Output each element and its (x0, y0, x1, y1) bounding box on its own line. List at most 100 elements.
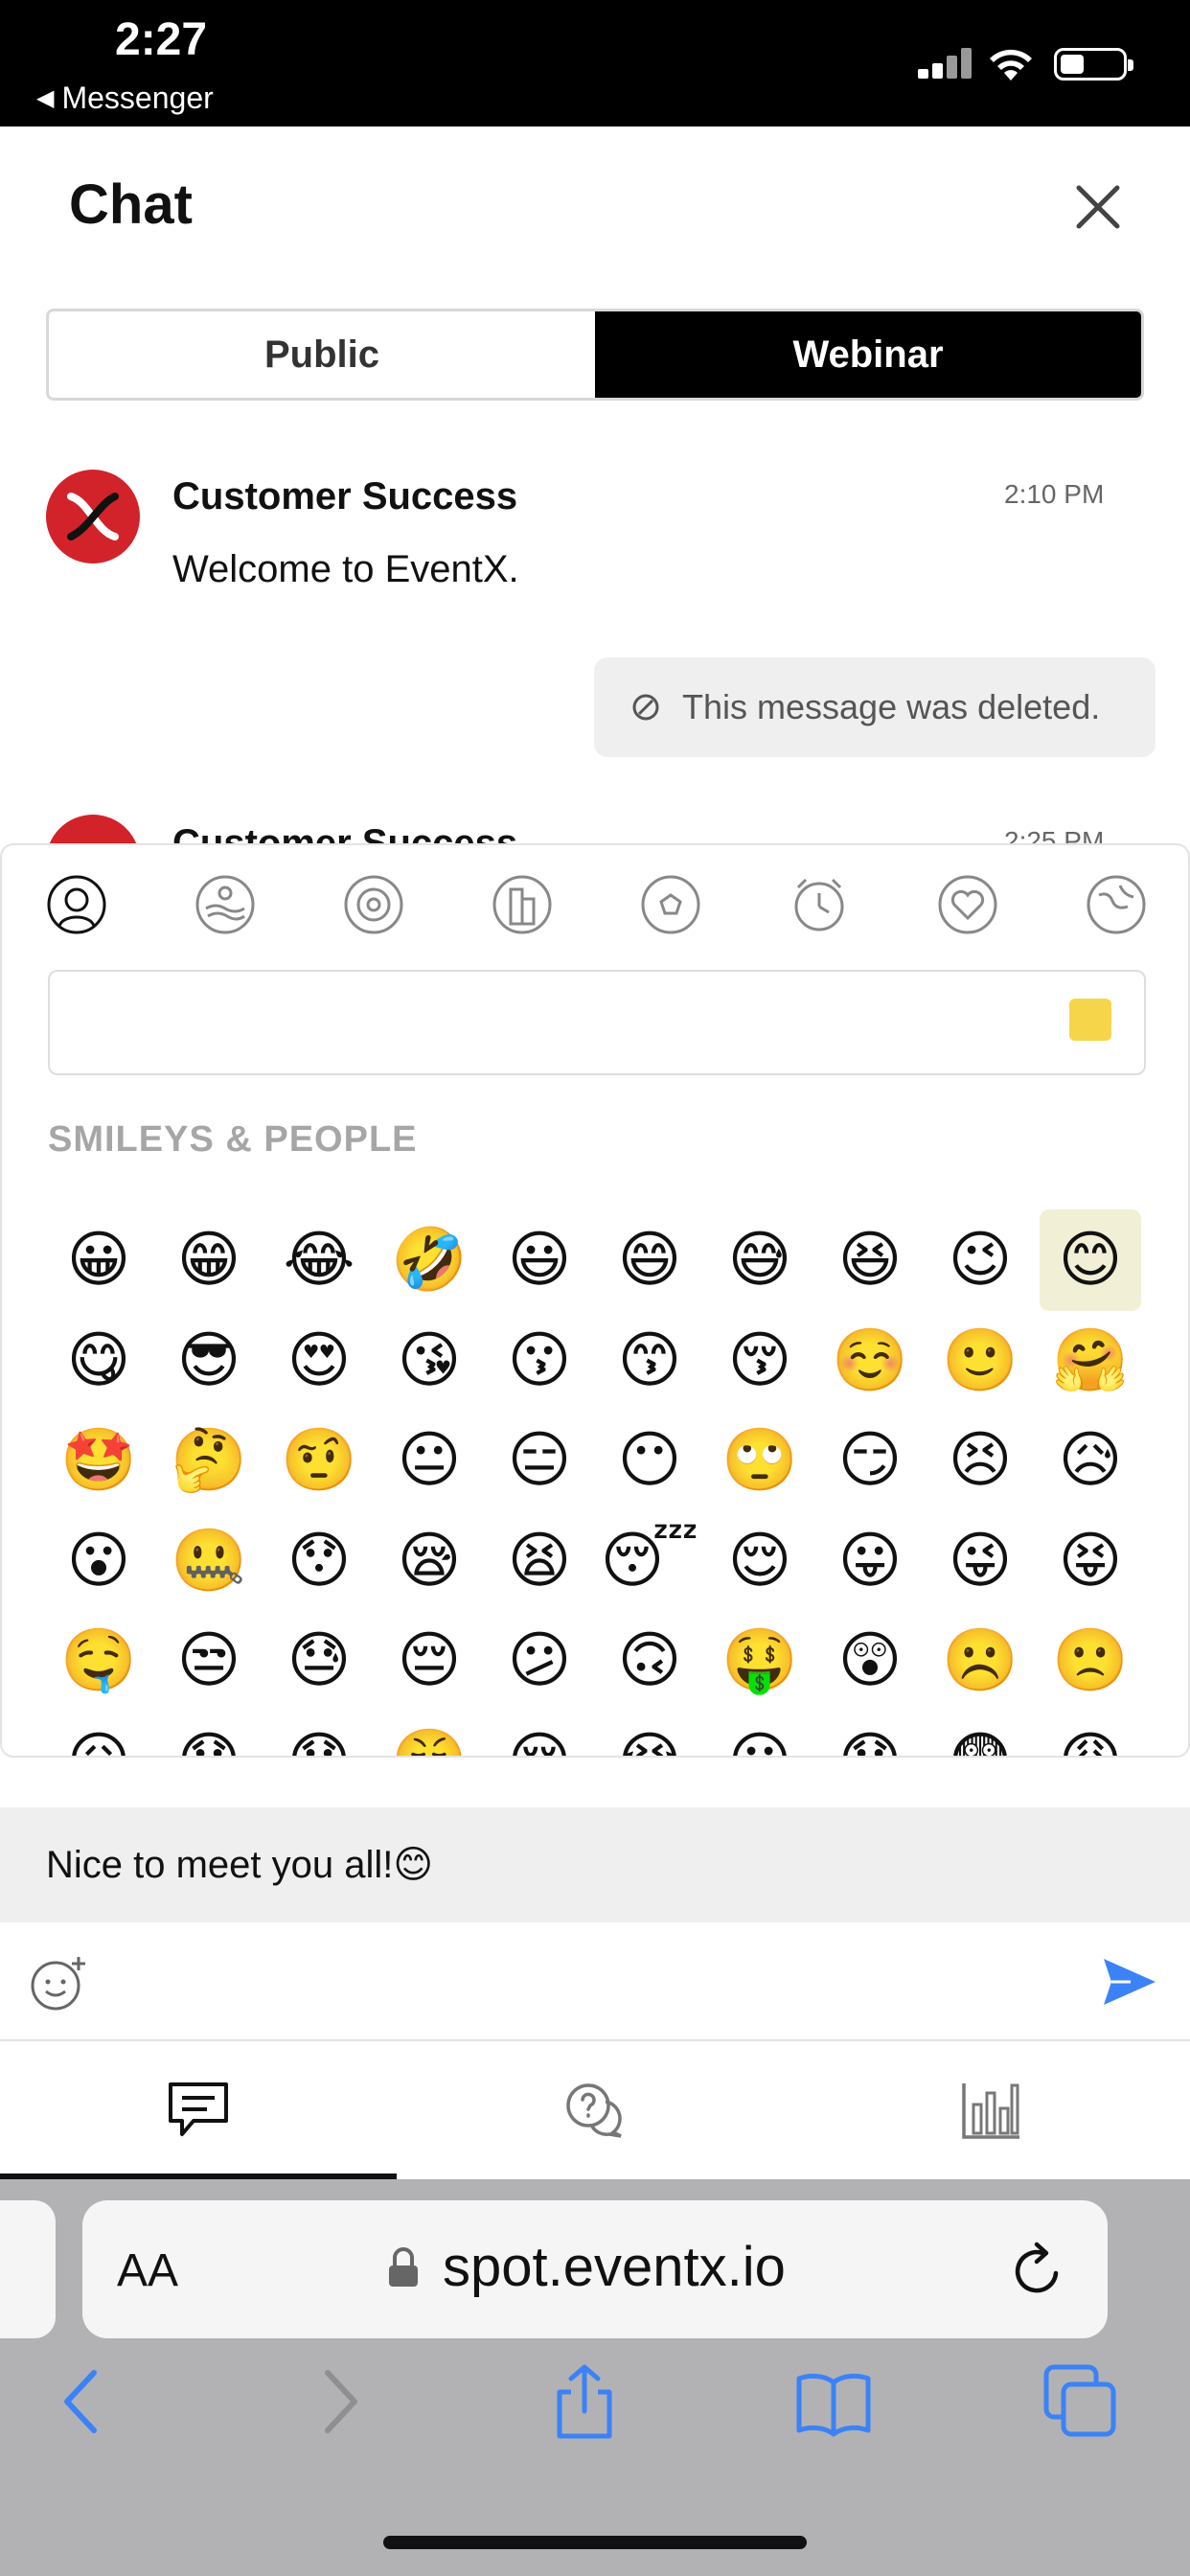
activity-icon[interactable] (640, 874, 701, 935)
emoji-button[interactable]: 😖 (48, 1711, 149, 1757)
emoji-button[interactable]: 😧 (819, 1711, 921, 1757)
symbols-icon[interactable] (937, 874, 998, 935)
tabs-icon[interactable] (1042, 2363, 1119, 2440)
emoji-button[interactable]: 😩 (1040, 1711, 1141, 1757)
status-time: 2:27 (115, 14, 208, 65)
bottom-tab-bar (0, 2041, 1190, 2179)
send-icon[interactable] (1102, 1955, 1157, 2009)
message-time: 2:10 PM (1004, 479, 1105, 509)
emoji-button[interactable]: 😥 (1040, 1410, 1141, 1511)
skin-tone-selector[interactable] (1069, 999, 1111, 1041)
back-to-app-link[interactable]: ◀ Messenger (36, 80, 214, 116)
emoji-picker-toggle-icon[interactable] (29, 1951, 90, 2012)
emoji-button[interactable]: 😊 (1040, 1209, 1141, 1311)
emoji-button[interactable]: 😉 (929, 1209, 1031, 1311)
places-icon[interactable] (492, 874, 553, 935)
emoji-button[interactable]: 😆 (819, 1209, 921, 1311)
share-icon[interactable] (546, 2363, 623, 2440)
emoji-button[interactable]: 🙄 (709, 1410, 811, 1511)
tab-polls[interactable] (793, 2041, 1190, 2179)
emoji-button[interactable]: 😫 (489, 1510, 590, 1612)
emoji-search-input[interactable] (48, 970, 1146, 1075)
emoji-button[interactable]: 😐 (378, 1410, 480, 1511)
emoji-button[interactable]: 😪 (378, 1510, 480, 1612)
emoji-button[interactable]: 😏 (819, 1410, 921, 1511)
emoji-button[interactable]: 🤨 (268, 1410, 370, 1511)
emoji-button[interactable]: 😴 (599, 1510, 700, 1612)
emoji-button[interactable]: 😤 (378, 1711, 480, 1757)
emoji-button[interactable]: 😟 (268, 1711, 370, 1757)
message-composer (0, 1922, 1190, 2041)
emoji-button[interactable]: 😔 (378, 1610, 480, 1712)
address-bar[interactable]: AA spot.eventx.io (82, 2200, 1108, 2338)
emoji-button[interactable]: 😭 (599, 1711, 700, 1757)
food-icon[interactable] (343, 874, 404, 935)
back-icon[interactable] (44, 2363, 121, 2440)
emoji-button[interactable]: 😜 (929, 1510, 1031, 1612)
emoji-category-bar (2, 874, 1188, 951)
emoji-button[interactable]: 😁 (158, 1209, 260, 1311)
qa-icon (566, 2083, 622, 2138)
emoji-button[interactable]: 😞 (158, 1711, 260, 1757)
emoji-button[interactable]: 😨 (929, 1711, 1031, 1757)
emoji-button[interactable]: 😚 (709, 1310, 811, 1412)
emoji-button[interactable]: 😒 (158, 1610, 260, 1712)
objects-icon[interactable] (789, 874, 850, 935)
emoji-button[interactable]: 🤗 (1040, 1310, 1141, 1412)
emoji-button[interactable]: 😀 (48, 1209, 149, 1311)
eventx-logo-icon (67, 493, 119, 540)
emoji-button[interactable]: 😝 (1040, 1510, 1141, 1612)
emoji-button[interactable]: 🤔 (158, 1410, 260, 1511)
emoji-button[interactable]: 😗 (489, 1310, 590, 1412)
emoji-button[interactable]: 😓 (268, 1610, 370, 1712)
emoji-button[interactable]: 😣 (929, 1410, 1031, 1511)
poll-icon (962, 2083, 1019, 2139)
message-input[interactable] (115, 1945, 1054, 2018)
nature-icon[interactable] (195, 874, 256, 935)
message-text: Welcome to EventX. (172, 548, 519, 590)
deleted-message: This message was deleted. (594, 657, 1156, 757)
bookmarks-icon[interactable] (795, 2363, 872, 2440)
emoji-button[interactable]: 😃 (489, 1209, 590, 1311)
emoji-button[interactable]: 🤑 (709, 1610, 811, 1712)
emoji-button[interactable]: 😕 (489, 1610, 590, 1712)
people-icon[interactable] (46, 874, 107, 935)
home-indicator (383, 2536, 807, 2549)
emoji-button[interactable]: 😌 (709, 1510, 811, 1612)
tab-chat[interactable] (0, 2041, 397, 2179)
emoji-button[interactable]: 😛 (819, 1510, 921, 1612)
emoji-button[interactable]: 🤐 (158, 1510, 260, 1612)
emoji-button[interactable]: 🤤 (48, 1610, 149, 1712)
emoji-button[interactable]: 😮 (48, 1510, 149, 1612)
emoji-button[interactable]: 🙁 (1040, 1610, 1141, 1712)
emoji-button[interactable]: 🙂 (929, 1310, 1031, 1412)
emoji-button[interactable]: 😲 (819, 1610, 921, 1712)
close-icon[interactable] (1069, 178, 1127, 236)
emoji-button[interactable]: 😢 (489, 1711, 590, 1757)
emoji-button[interactable]: 😎 (158, 1310, 260, 1412)
emoji-button[interactable]: ☹️ (929, 1610, 1031, 1712)
emoji-button[interactable]: 😍 (268, 1310, 370, 1412)
emoji-button[interactable]: 😄 (599, 1209, 700, 1311)
previous-tab[interactable] (0, 2200, 56, 2338)
emoji-button[interactable]: 🙃 (599, 1610, 700, 1712)
reader-settings-button[interactable]: AA (117, 2244, 178, 2297)
tab-public[interactable]: Public (49, 311, 595, 398)
emoji-button[interactable]: 😶 (599, 1410, 700, 1511)
emoji-button[interactable]: 😅 (709, 1209, 811, 1311)
emoji-button[interactable]: 😋 (48, 1310, 149, 1412)
emoji-button[interactable]: 🤣 (378, 1209, 480, 1311)
emoji-button[interactable]: 😦 (709, 1711, 811, 1757)
emoji-button[interactable]: 😑 (489, 1410, 590, 1511)
tab-qa[interactable] (397, 2041, 793, 2179)
emoji-button[interactable]: ☺️ (819, 1310, 921, 1412)
emoji-button[interactable]: 😙 (599, 1310, 700, 1412)
emoji-button[interactable]: 😯 (268, 1510, 370, 1612)
flags-icon[interactable] (1086, 874, 1147, 935)
emoji-button[interactable]: 🤩 (48, 1410, 149, 1511)
emoji-button[interactable]: 😘 (378, 1310, 480, 1412)
forward-icon[interactable] (301, 2363, 378, 2440)
reload-icon[interactable] (1008, 2241, 1067, 2300)
tab-webinar[interactable]: Webinar (595, 311, 1141, 398)
emoji-button[interactable]: 😂 (268, 1209, 370, 1311)
